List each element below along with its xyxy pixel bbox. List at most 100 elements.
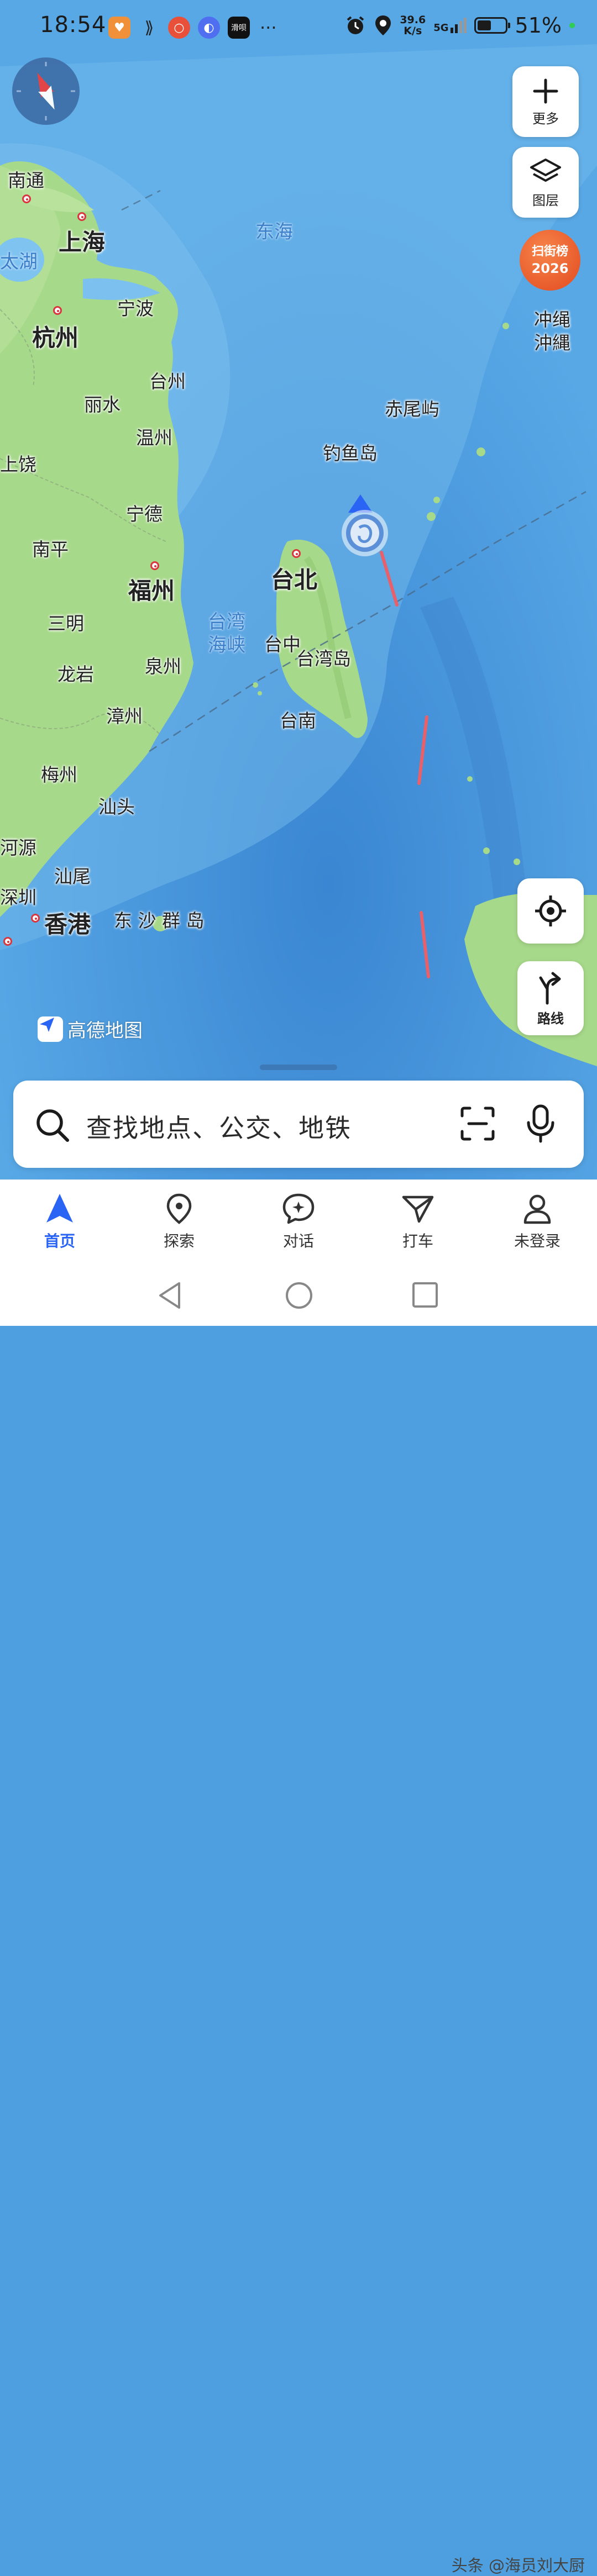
alarm-icon xyxy=(347,16,364,34)
more-label: 更多 xyxy=(532,110,559,127)
label-taichung[interactable]: 台中 xyxy=(264,630,301,656)
news-app-icon: 滑呗 xyxy=(228,17,250,39)
rank-badge-title: 扫街榜 xyxy=(531,245,568,259)
label-fuzhou[interactable]: 福州 xyxy=(128,572,175,606)
city-dot-taipei xyxy=(292,549,301,558)
city-dot-sw xyxy=(3,937,12,946)
location-pin-icon xyxy=(166,1193,192,1224)
label-okinawa-1[interactable]: 冲绳 xyxy=(534,305,570,331)
label-tainan[interactable]: 台南 xyxy=(280,706,316,733)
label-shantou[interactable]: 汕头 xyxy=(98,792,135,819)
label-taipei[interactable]: 台北 xyxy=(271,561,317,595)
map-view[interactable]: 南通 上海 太湖 东海 宁波 杭州 台州 丽水 温州 上饶 宁德 南平 福州 三… xyxy=(0,0,597,1179)
network-type: 5G xyxy=(433,22,449,34)
label-nanping[interactable]: 南平 xyxy=(32,535,69,561)
link-icon: ⟫ xyxy=(144,18,154,38)
navigation-arrow-icon xyxy=(46,1194,73,1223)
label-nantong[interactable]: 南通 xyxy=(8,166,44,192)
amap-logo: 高德地图 xyxy=(38,1015,143,1042)
more-button[interactable]: 更多 xyxy=(512,66,579,137)
label-quanzhou[interactable]: 泉州 xyxy=(145,652,181,678)
nav-item-home-label: 首页 xyxy=(44,1232,75,1250)
nav-item-taxi[interactable]: 打车 xyxy=(358,1180,478,1263)
home-icon[interactable] xyxy=(284,1280,314,1311)
layers-icon xyxy=(530,158,561,182)
label-meizhou[interactable]: 梅州 xyxy=(41,760,77,787)
user-icon xyxy=(523,1194,551,1224)
compass-icon xyxy=(17,62,75,120)
label-sanming[interactable]: 三明 xyxy=(48,609,84,635)
amap-logo-icon xyxy=(38,1016,63,1042)
nav-item-explore[interactable]: 探索 xyxy=(119,1180,239,1263)
more-notifications-icon: ··· xyxy=(260,17,277,38)
battery-fill xyxy=(477,20,491,30)
watermark: 头条 @海员刘大厨 xyxy=(451,2556,585,2575)
rank-badge-year: 2026 xyxy=(531,261,569,276)
layers-button[interactable]: 图层 xyxy=(512,147,579,218)
label-taihu[interactable]: 太湖 xyxy=(0,246,38,273)
label-taiwan-strait-2[interactable]: 海峡 xyxy=(208,630,245,657)
system-nav-bar: 头条 @海员刘大厨 xyxy=(0,1262,597,2575)
layers-label: 图层 xyxy=(532,192,559,208)
taxi-icon xyxy=(402,1195,434,1223)
nav-item-chat-label: 对话 xyxy=(282,1232,314,1250)
route-arrow-icon xyxy=(539,972,561,1004)
privacy-indicator-dot xyxy=(569,23,575,28)
label-east-china-sea[interactable]: 东海 xyxy=(255,217,293,244)
net-speed-unit: K/s xyxy=(404,25,422,37)
label-taiwan-island[interactable]: 台湾岛 xyxy=(296,644,351,671)
city-dot-hongkong xyxy=(31,914,40,923)
status-app-icons: ♥ ⟫ ○ ◐ 滑呗 ··· xyxy=(108,17,277,39)
net-speed-value: 39.6 xyxy=(400,14,426,26)
label-ningde[interactable]: 宁德 xyxy=(126,499,163,526)
route-label: 路线 xyxy=(537,1010,564,1026)
status-time: 18:54 xyxy=(40,12,107,38)
label-taizhou[interactable]: 台州 xyxy=(149,367,186,393)
label-chiwei[interactable]: 赤尾屿 xyxy=(385,394,439,421)
browser-icon: ◐ xyxy=(198,17,220,39)
city-dot-shanghai xyxy=(77,212,86,221)
label-ningbo[interactable]: 宁波 xyxy=(117,294,154,320)
label-longyan[interactable]: 龙岩 xyxy=(57,660,94,686)
label-hangzhou[interactable]: 杭州 xyxy=(32,319,78,353)
label-zhangzhou[interactable]: 漳州 xyxy=(106,702,143,728)
search-app-icon: ○ xyxy=(168,17,190,39)
news-app-icon-text: 滑呗 xyxy=(231,24,247,33)
label-shanwei[interactable]: 汕尾 xyxy=(54,862,91,888)
city-dot-fuzhou xyxy=(150,561,159,570)
locate-icon xyxy=(535,895,566,926)
battery-icon xyxy=(474,17,510,34)
taobao-icon: ♥ xyxy=(108,17,130,39)
chat-bubble-icon xyxy=(282,1193,315,1224)
status-right: 39.6 K/s 5G 51% xyxy=(344,13,575,38)
locate-me-button[interactable] xyxy=(517,878,584,944)
street-rank-badge[interactable]: 扫街榜 2026 xyxy=(520,230,580,291)
search-bar[interactable]: 查找地点、公交、地铁 xyxy=(13,1081,584,1168)
amap-logo-text: 高德地图 xyxy=(67,1020,143,1042)
back-icon[interactable] xyxy=(156,1280,184,1311)
label-shenzhen[interactable]: 深圳 xyxy=(0,883,36,909)
scan-icon[interactable] xyxy=(460,1106,495,1141)
nav-item-chat[interactable]: 对话 xyxy=(239,1180,358,1263)
microphone-icon[interactable] xyxy=(524,1104,557,1144)
nav-item-login[interactable]: 未登录 xyxy=(478,1180,597,1263)
label-okinawa-2[interactable]: 沖縄 xyxy=(534,328,570,355)
drag-handle[interactable] xyxy=(260,1065,337,1070)
status-bar: 18:54 ♥ ⟫ ○ ◐ 滑呗 ··· 39.6 K/s 5G 51% xyxy=(0,0,597,55)
label-hongkong[interactable]: 香港 xyxy=(44,906,91,940)
nav-item-login-label: 未登录 xyxy=(514,1232,561,1250)
label-lishui[interactable]: 丽水 xyxy=(84,390,121,417)
label-shangrao[interactable]: 上饶 xyxy=(0,450,36,476)
signal-icon: 5G xyxy=(433,18,467,34)
nav-item-taxi-label: 打车 xyxy=(402,1232,433,1250)
nav-item-home[interactable]: 首页 xyxy=(0,1180,119,1263)
label-wenzhou[interactable]: 温州 xyxy=(136,423,172,450)
search-input[interactable]: 查找地点、公交、地铁 xyxy=(86,1108,352,1145)
label-dongsha[interactable]: 东 沙 群 岛 xyxy=(114,906,204,933)
label-diaoyu[interactable]: 钓鱼岛 xyxy=(323,439,378,465)
label-shanghai[interactable]: 上海 xyxy=(59,224,105,257)
route-button[interactable]: 路线 xyxy=(517,961,584,1035)
label-heyuan[interactable]: 河源 xyxy=(0,833,36,860)
compass-button[interactable] xyxy=(12,57,80,125)
recents-icon[interactable] xyxy=(411,1280,439,1311)
